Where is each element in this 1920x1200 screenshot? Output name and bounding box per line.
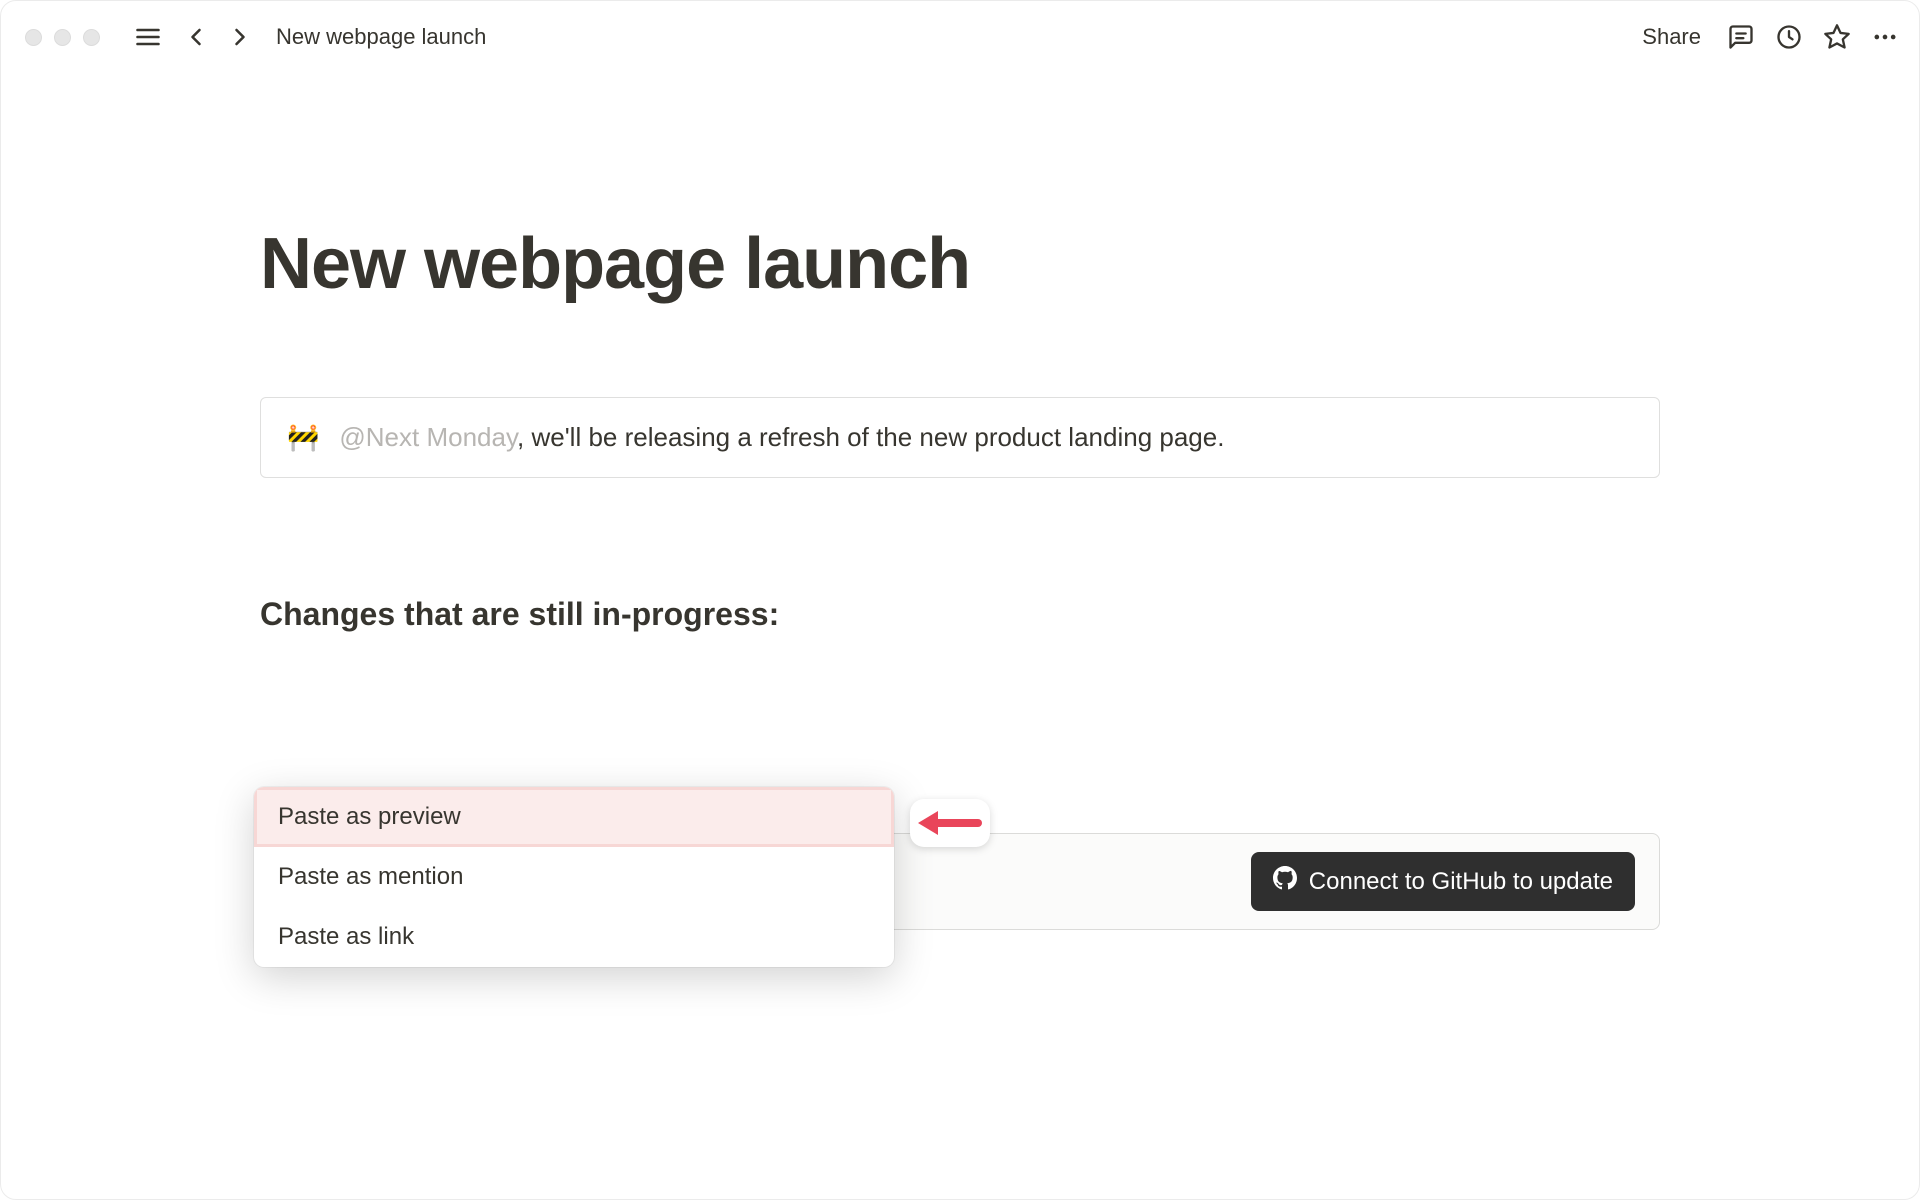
paste-options-menu: Paste as preview Paste as mention Paste … [254, 787, 894, 967]
section-heading[interactable]: Changes that are still in-progress: [260, 596, 1660, 633]
share-button[interactable]: Share [1632, 24, 1711, 50]
callout-block[interactable]: 🚧 @Next Monday, we'll be releasing a ref… [260, 397, 1660, 478]
nav-back-icon[interactable] [178, 19, 214, 55]
page-title[interactable]: New webpage launch [260, 223, 1660, 305]
app-window: New webpage launch Share New webpage lau… [0, 0, 1920, 1200]
callout-emoji-icon[interactable]: 🚧 [287, 422, 319, 453]
more-menu-icon[interactable] [1867, 19, 1903, 55]
annotation-arrow-icon [910, 799, 990, 852]
breadcrumb[interactable]: New webpage launch [276, 24, 486, 50]
nav-forward-icon[interactable] [222, 19, 258, 55]
hamburger-menu-icon[interactable] [130, 19, 166, 55]
window-traffic-lights [17, 29, 100, 46]
traffic-min-dot[interactable] [54, 29, 71, 46]
page-content: New webpage launch 🚧 @Next Monday, we'll… [260, 223, 1660, 1199]
paste-as-preview-option[interactable]: Paste as preview [254, 787, 894, 847]
traffic-close-dot[interactable] [25, 29, 42, 46]
callout-text[interactable]: @Next Monday, we'll be releasing a refre… [339, 422, 1224, 453]
date-mention[interactable]: @Next Monday [339, 422, 517, 452]
github-icon [1273, 866, 1297, 897]
connect-github-button[interactable]: Connect to GitHub to update [1251, 852, 1635, 911]
callout-body[interactable]: , we'll be releasing a refresh of the ne… [517, 422, 1224, 452]
paste-as-link-option[interactable]: Paste as link [254, 907, 894, 967]
favorite-star-icon[interactable] [1819, 19, 1855, 55]
paste-as-mention-option[interactable]: Paste as mention [254, 847, 894, 907]
topbar: New webpage launch Share [1, 1, 1919, 73]
updates-clock-icon[interactable] [1771, 19, 1807, 55]
connect-github-label: Connect to GitHub to update [1309, 868, 1613, 896]
traffic-max-dot[interactable] [83, 29, 100, 46]
main-area: New webpage launch 🚧 @Next Monday, we'll… [1, 73, 1919, 1199]
comments-icon[interactable] [1723, 19, 1759, 55]
